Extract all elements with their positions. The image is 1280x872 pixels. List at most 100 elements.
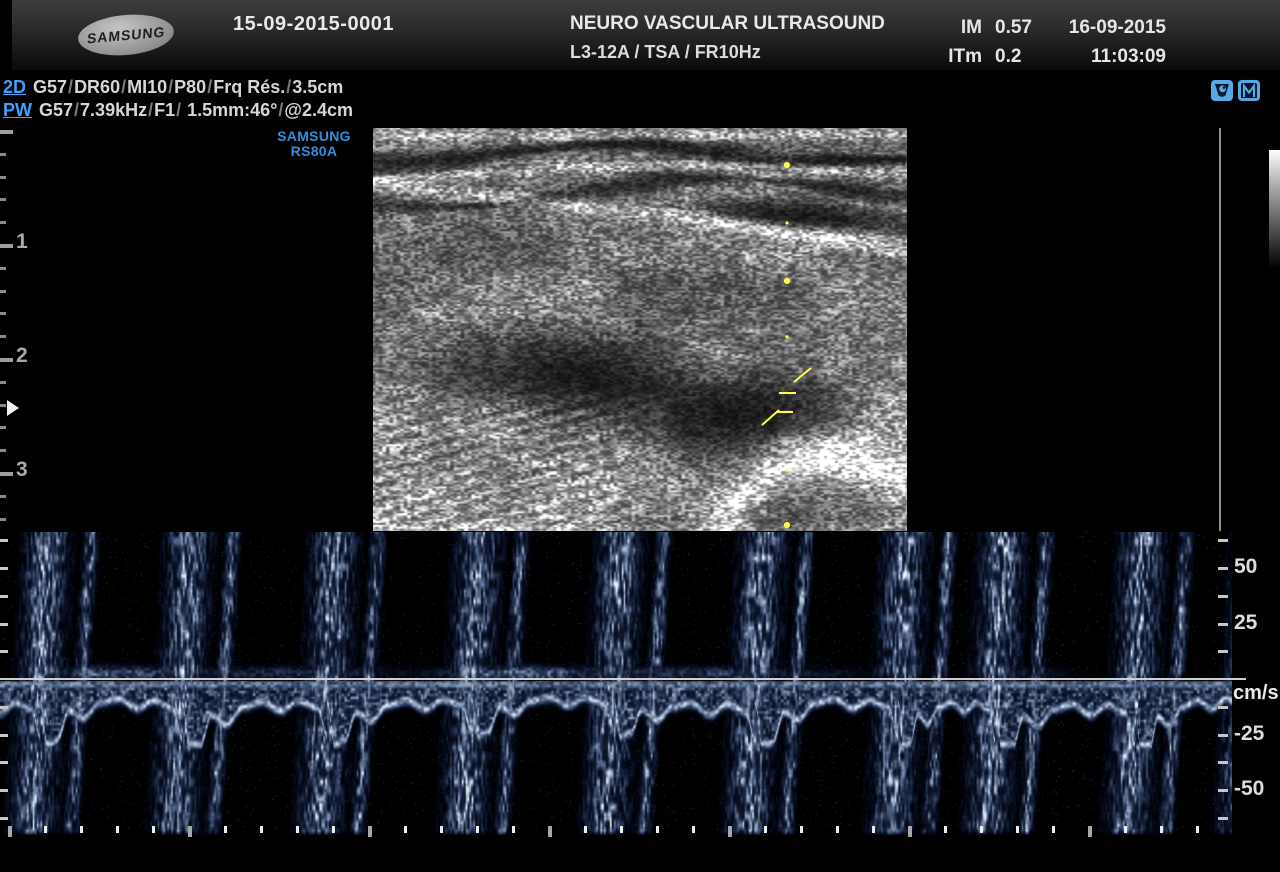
velocity-tick-left <box>0 623 8 626</box>
velocity-tick-right <box>1218 595 1228 598</box>
focus-marker-icon[interactable] <box>7 400 19 416</box>
ruler-minor-tick <box>0 495 6 498</box>
ruler-depth-label: 1 <box>16 230 28 254</box>
samsung-logo: SAMSUNG <box>76 11 175 59</box>
param-segment: F1 <box>154 100 175 120</box>
velocity-tick-right <box>1218 817 1228 820</box>
output-indices: IM 0.57 ITm 0.2 <box>930 13 1032 71</box>
grayscale-map-bar <box>1269 150 1280 268</box>
brand-line1: SAMSUNG <box>270 129 358 144</box>
exam-date: 16-09-2015 <box>1050 13 1166 42</box>
ruler-minor-tick <box>0 290 6 293</box>
param-segment: 1.5mm:46° <box>182 100 277 120</box>
ruler-major-tick <box>0 130 13 134</box>
time-minor-tick <box>512 826 515 833</box>
ruler-minor-tick <box>0 198 6 201</box>
time-minor-tick <box>332 826 335 833</box>
time-minor-tick <box>116 826 119 833</box>
pw-cursor-overlay <box>373 128 907 531</box>
param-segment: DR60 <box>74 77 120 97</box>
tab-pw-mode[interactable]: PW <box>3 100 32 120</box>
time-major-tick <box>368 826 372 837</box>
pw-line-dot <box>785 468 788 471</box>
pw-parameters: G57/7.39kHz/F1/ 1.5mm:46°/@2.4cm <box>39 100 353 120</box>
time-minor-tick <box>584 826 587 833</box>
time-minor-tick <box>836 826 839 833</box>
param-segment: P80 <box>174 77 206 97</box>
time-minor-tick <box>872 826 875 833</box>
velocity-tick-left <box>0 650 8 653</box>
ruler-minor-tick <box>0 404 6 407</box>
velocity-unit-label: cm/s <box>1233 682 1279 705</box>
image-right-divider <box>1219 128 1221 531</box>
ruler-major-tick <box>0 358 13 362</box>
m-mode-icon[interactable] <box>1238 80 1260 101</box>
probe-icon[interactable] <box>1211 80 1233 101</box>
velocity-scale-label: 50 <box>1234 555 1257 579</box>
velocity-tick-right <box>1218 567 1228 570</box>
time-minor-tick <box>296 826 299 833</box>
ruler-major-tick <box>0 472 13 476</box>
param-segment: G57 <box>33 77 67 97</box>
time-minor-tick <box>656 826 659 833</box>
ruler-minor-tick <box>0 518 6 521</box>
tab-2d-mode[interactable]: 2D <box>3 77 26 97</box>
time-minor-tick <box>1196 826 1199 833</box>
time-minor-tick <box>980 826 983 833</box>
ruler-major-tick <box>0 244 13 248</box>
time-minor-tick <box>1016 826 1019 833</box>
time-minor-tick <box>440 826 443 833</box>
pw-line-dot <box>785 221 788 224</box>
tim-value: 0.2 <box>995 42 1021 71</box>
pw-line-dot <box>785 335 788 338</box>
time-major-tick <box>548 826 552 837</box>
param-segment: 7.39kHz <box>80 100 147 120</box>
time-minor-tick <box>80 826 83 833</box>
time-major-tick <box>728 826 732 837</box>
mi-value: 0.57 <box>995 13 1032 42</box>
ultrasound-screen: SAMSUNG 15-09-2015-0001 NEURO VASCULAR U… <box>0 0 1280 872</box>
velocity-tick-right <box>1218 539 1228 542</box>
m-mode-icon-glyph <box>1240 82 1258 99</box>
mi-label: IM <box>930 13 982 42</box>
time-minor-tick <box>44 826 47 833</box>
time-minor-tick <box>152 826 155 833</box>
velocity-tick-left <box>0 789 8 792</box>
time-minor-tick <box>1160 826 1163 833</box>
time-major-tick <box>8 826 12 837</box>
velocity-tick-left <box>0 595 8 598</box>
probe-icon-glyph <box>1213 82 1231 99</box>
angle-correct-line <box>794 368 811 382</box>
mode-parameter-lines: 2DG57/DR60/MI10/P80/Frq Rés./3.5cm PWG57… <box>3 76 353 122</box>
time-minor-tick <box>800 826 803 833</box>
param-segment: Frq Rés. <box>213 77 285 97</box>
doppler-baseline <box>0 678 1246 680</box>
velocity-tick-right <box>1218 650 1228 653</box>
velocity-scale-label: -50 <box>1234 777 1264 801</box>
ruler-minor-tick <box>0 335 6 338</box>
time-minor-tick <box>476 826 479 833</box>
ruler-minor-tick <box>0 381 6 384</box>
velocity-tick-left <box>0 734 8 737</box>
param-line-2d: 2DG57/DR60/MI10/P80/Frq Rés./3.5cm <box>3 76 353 99</box>
datetime-block: 16-09-2015 11:03:09 <box>1050 13 1166 71</box>
ruler-minor-tick <box>0 153 6 156</box>
patient-id: 15-09-2015-0001 <box>233 13 394 36</box>
param-line-pw: PWG57/7.39kHz/F1/ 1.5mm:46°/@2.4cm <box>3 99 353 122</box>
param-segment: @2.4cm <box>284 100 353 120</box>
time-minor-tick <box>944 826 947 833</box>
time-minor-tick <box>764 826 767 833</box>
time-major-tick <box>188 826 192 837</box>
angle-correct-line <box>762 410 779 425</box>
time-minor-tick <box>404 826 407 833</box>
param-segment: G57 <box>39 100 73 120</box>
param-separator: / <box>73 100 80 120</box>
ruler-depth-label: 3 <box>16 458 28 482</box>
time-minor-tick <box>224 826 227 833</box>
pw-line-dot <box>784 278 790 284</box>
machine-brand-label: SAMSUNG RS80A <box>270 129 358 159</box>
velocity-tick-right <box>1218 789 1228 792</box>
brand-line2: RS80A <box>270 144 358 159</box>
ruler-minor-tick <box>0 176 6 179</box>
velocity-tick-left <box>0 567 8 570</box>
